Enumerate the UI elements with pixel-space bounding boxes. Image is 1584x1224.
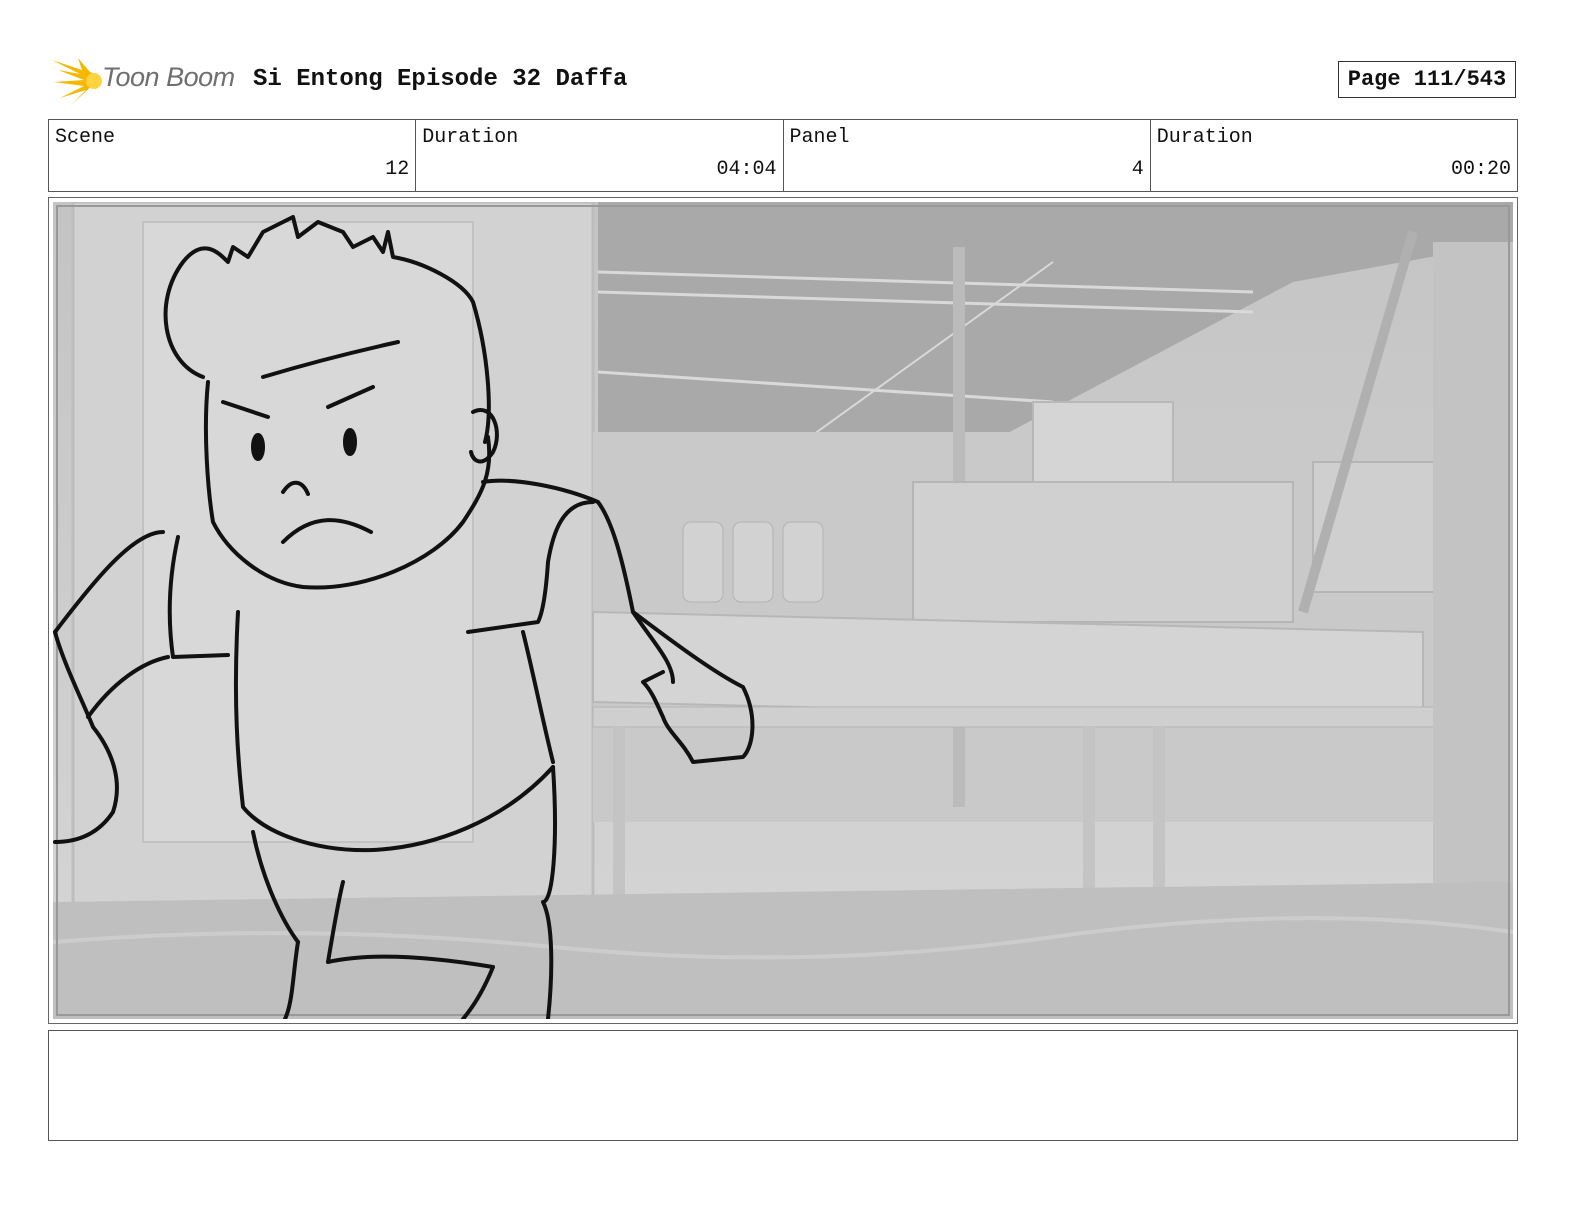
panel-duration-label: Duration (1156, 126, 1253, 149)
scene-cell: Scene 12 (49, 120, 417, 191)
scene-duration-label: Duration (422, 126, 519, 149)
panel-cell: Panel 4 (784, 120, 1151, 191)
scene-duration-value: 04:04 (716, 158, 777, 181)
info-table: Scene 12 Duration 04:04 Panel 4 Duration… (48, 119, 1518, 192)
starburst-icon (52, 58, 102, 106)
panel-label: Panel (789, 126, 850, 149)
toon-boom-logo: Toon Boom (50, 54, 240, 108)
scene-value: 12 (385, 158, 410, 181)
panel-value: 4 (1131, 158, 1144, 181)
scene-duration-cell: Duration 04:04 (416, 120, 784, 191)
panel-duration-cell: Duration 00:20 (1151, 120, 1517, 191)
document-title: Si Entong Episode 32 Daffa (253, 66, 628, 93)
scene-label: Scene (55, 126, 116, 149)
storyboard-sketch-image (53, 202, 1513, 1019)
storyboard-panel (48, 197, 1518, 1024)
panel-image (53, 202, 1513, 1019)
notes-area (48, 1030, 1518, 1141)
logo-text: Toon Boom (102, 62, 235, 92)
page-number: Page 111/543 (1338, 61, 1516, 98)
panel-duration-value: 00:20 (1450, 158, 1511, 181)
